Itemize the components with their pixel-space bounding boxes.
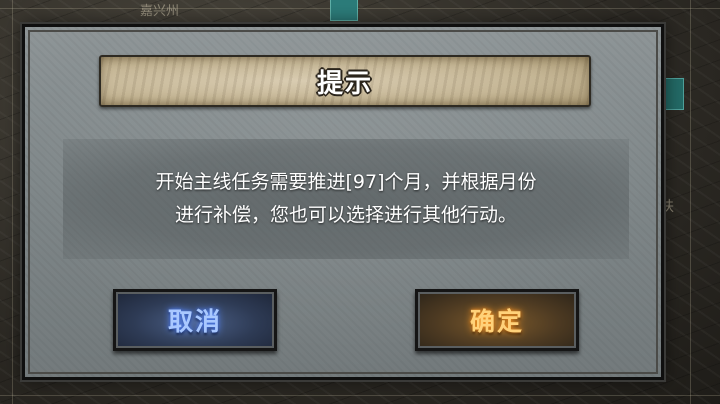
cancel-button-label: 取消 (167, 307, 222, 336)
cancel-button[interactable]: 取消 (113, 289, 277, 351)
map-marker-icon (662, 78, 684, 110)
map-marker-icon (330, 0, 358, 21)
dialog-message: 开始主线任务需要推进[97]个月，并根据月份 进行补偿，您也可以选择进行其他行动… (86, 166, 606, 232)
dialog-title-plaque: 提示 (99, 55, 591, 107)
prompt-dialog: 提示 开始主线任务需要推进[97]个月，并根据月份 进行补偿，您也可以选择进行其… (22, 24, 664, 380)
dialog-message-area: 开始主线任务需要推进[97]个月，并根据月份 进行补偿，您也可以选择进行其他行动… (63, 139, 629, 259)
dialog-title: 提示 (316, 68, 373, 99)
confirm-button[interactable]: 确定 (415, 289, 579, 351)
confirm-button-label: 确定 (469, 307, 524, 336)
dialog-message-line: 进行补偿，您也可以选择进行其他行动。 (174, 204, 517, 226)
map-road-line (12, 0, 13, 404)
map-place-label: 嘉兴州 (140, 4, 180, 19)
map-road-line (0, 8, 720, 9)
dialog-message-line: 开始主线任务需要推进[97]个月，并根据月份 (155, 171, 537, 193)
map-road-line (0, 395, 720, 396)
map-road-line (690, 0, 691, 404)
